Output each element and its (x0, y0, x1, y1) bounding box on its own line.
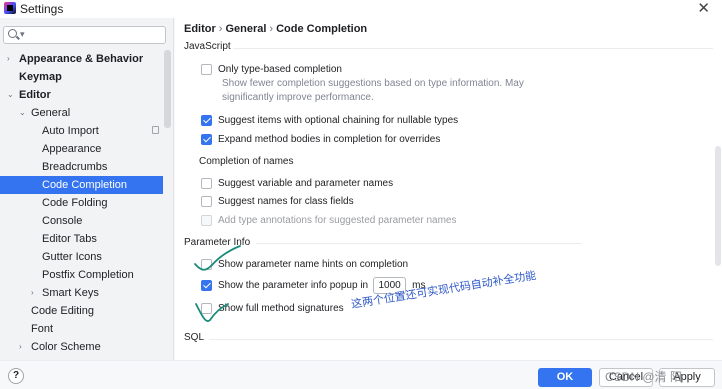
sidebar-item-console[interactable]: Console (0, 212, 163, 230)
sidebar-item-label: Appearance & Behavior (19, 53, 144, 65)
optional-chaining-option[interactable]: Suggest items with optional chaining for… (201, 112, 458, 128)
sidebar-item-label: Code Editing (31, 305, 94, 317)
sidebar-item-label: Appearance (42, 143, 102, 155)
section-divider (209, 339, 713, 340)
type-annotations-option: Add type annotations for suggested param… (201, 212, 456, 228)
only-type-based-description: significantly improve performance. (222, 92, 374, 103)
sidebar-item-label: Keymap (19, 71, 62, 83)
class-fields-option[interactable]: Suggest names for class fields (201, 193, 354, 209)
sidebar-item-appearance-behavior[interactable]: › Appearance & Behavior (0, 50, 163, 68)
sidebar-item-label: Console (42, 215, 83, 227)
type-annotations-label: Add type annotations for suggested param… (218, 214, 457, 226)
title-bar: Settings ✕ (0, 0, 722, 18)
chevron-down-icon[interactable]: ⌄ (19, 104, 26, 122)
dialog-footer: ? OK Cancel Apply CSDN @清 阳 (0, 360, 722, 389)
only-type-based-checkbox[interactable] (201, 63, 212, 75)
only-type-based-option[interactable]: Only type-based completion (201, 61, 342, 77)
section-sql: SQL (184, 332, 205, 343)
completion-of-names-heading: Completion of names (199, 156, 294, 167)
var-param-names-checkbox[interactable] (201, 177, 212, 189)
watermark: CSDN @清 阳 (605, 370, 682, 384)
optional-chaining-label: Suggest items with optional chaining for… (218, 114, 459, 126)
window-title: Settings (20, 2, 64, 16)
breadcrumb-code-completion: Code Completion (276, 23, 368, 35)
sidebar-item-label: General (31, 107, 71, 119)
only-type-based-label: Only type-based completion (218, 63, 342, 75)
reset-icon (152, 126, 159, 134)
chevron-right-icon[interactable]: › (7, 50, 10, 68)
sidebar-item-label: Editor (19, 89, 51, 101)
sidebar-item-breadcrumbs[interactable]: Breadcrumbs (0, 158, 163, 176)
breadcrumb: Editor › General › Code Completion (184, 23, 367, 35)
sidebar-item-gutter-icons[interactable]: Gutter Icons (0, 248, 163, 266)
close-icon[interactable]: ✕ (697, 0, 710, 17)
sidebar-item-label: Auto Import (42, 125, 99, 137)
breadcrumb-editor[interactable]: Editor (184, 23, 216, 35)
section-divider (256, 243, 582, 244)
sidebar-item-label: Postfix Completion (42, 269, 134, 281)
expand-bodies-label: Expand method bodies in completion for o… (218, 133, 441, 145)
sidebar-item-smart-keys[interactable]: › Smart Keys (0, 284, 163, 302)
help-icon[interactable]: ? (8, 368, 24, 384)
sidebar-item-keymap[interactable]: Keymap (0, 68, 163, 86)
var-param-names-label: Suggest variable and parameter names (218, 177, 394, 189)
sidebar-item-label: Smart Keys (42, 287, 99, 299)
class-fields-checkbox[interactable] (201, 195, 212, 207)
sidebar-item-code-folding[interactable]: Code Folding (0, 194, 163, 212)
app-icon (4, 2, 16, 14)
sidebar-item-label: Gutter Icons (42, 251, 102, 263)
chevron-down-icon[interactable]: ⌄ (7, 86, 14, 104)
expand-bodies-option[interactable]: Expand method bodies in completion for o… (201, 131, 440, 147)
breadcrumb-separator: › (218, 23, 223, 35)
sidebar-item-font[interactable]: Font (0, 320, 163, 338)
sidebar-item-editor[interactable]: ⌄ Editor (0, 86, 163, 104)
section-divider (233, 48, 713, 49)
sidebar-item-postfix-completion[interactable]: Postfix Completion (0, 266, 163, 284)
sidebar-item-color-scheme[interactable]: › Color Scheme (0, 338, 163, 356)
sidebar-item-label: Code Completion (42, 179, 127, 191)
sidebar-item-label: Color Scheme (31, 341, 101, 353)
chevron-right-icon[interactable]: › (31, 284, 34, 302)
settings-sidebar: ▾ › Appearance & Behavior Keymap ⌄ Edito… (0, 18, 174, 360)
annotation-check-marks (194, 245, 241, 322)
sidebar-item-label: Font (31, 323, 54, 335)
type-annotations-checkbox (201, 214, 212, 226)
breadcrumb-general[interactable]: General (225, 23, 266, 35)
ok-button[interactable]: OK (538, 368, 592, 387)
only-type-based-description: Show fewer completion suggestions based … (222, 78, 524, 89)
search-input[interactable]: ▾ (3, 26, 166, 44)
section-javascript: JavaScript (184, 41, 231, 52)
sidebar-scrollbar[interactable] (164, 50, 171, 128)
breadcrumb-separator: › (269, 23, 274, 35)
sidebar-item-appearance[interactable]: Appearance (0, 140, 163, 158)
sidebar-item-label: Code Folding (42, 197, 108, 209)
class-fields-label: Suggest names for class fields (218, 195, 354, 207)
content-scrollbar[interactable] (715, 146, 721, 266)
sidebar-item-editor-tabs[interactable]: Editor Tabs (0, 230, 163, 248)
sidebar-item-label: Breadcrumbs (42, 161, 108, 173)
optional-chaining-checkbox[interactable] (201, 114, 212, 126)
sidebar-item-code-editing[interactable]: Code Editing (0, 302, 163, 320)
sidebar-item-label: Editor Tabs (42, 233, 97, 245)
chevron-right-icon[interactable]: › (19, 338, 22, 356)
var-param-names-option[interactable]: Suggest variable and parameter names (201, 175, 393, 191)
sidebar-item-general[interactable]: ⌄ General (0, 104, 163, 122)
search-icon (8, 29, 17, 38)
sidebar-item-auto-import[interactable]: Auto Import (0, 122, 163, 140)
settings-content: Editor › General › Code Completion JavaScrip… (175, 18, 722, 360)
sidebar-item-code-completion[interactable]: Code Completion (0, 176, 163, 194)
search-dropdown-icon: ▾ (20, 29, 25, 39)
expand-bodies-checkbox[interactable] (201, 133, 212, 145)
